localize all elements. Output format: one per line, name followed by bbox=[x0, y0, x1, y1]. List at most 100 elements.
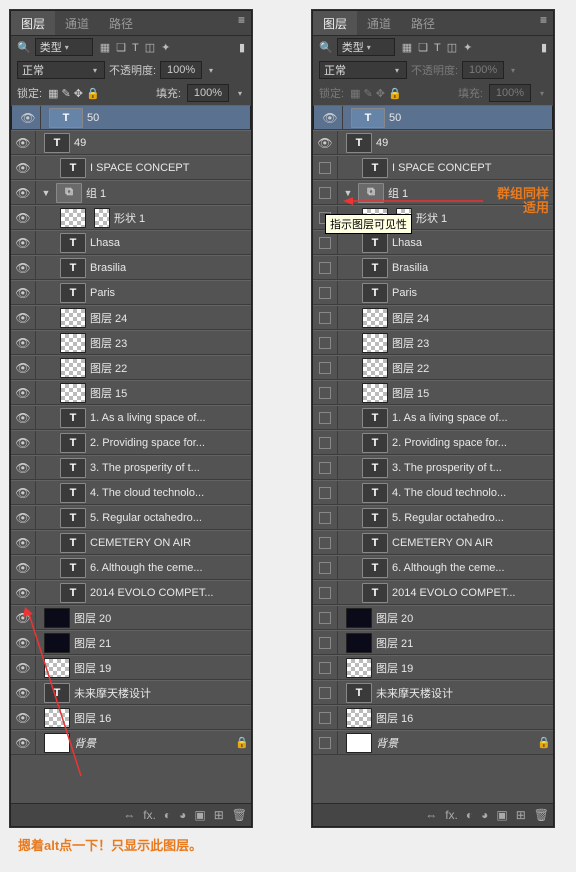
visibility-eye-icon[interactable]: 👁 bbox=[11, 181, 36, 204]
layer-row[interactable]: 👁形状 1 bbox=[11, 205, 251, 230]
blend-mode[interactable]: 正常▾ bbox=[319, 61, 407, 79]
visibility-checkbox[interactable] bbox=[313, 506, 338, 529]
group-icon[interactable]: ▣ bbox=[496, 808, 507, 822]
layer-row[interactable]: 👁TI SPACE CONCEPT bbox=[11, 155, 251, 180]
layer-name[interactable]: 图层 23 bbox=[392, 335, 553, 351]
layer-name[interactable]: 50 bbox=[389, 112, 548, 124]
layer-row[interactable]: 👁TLhasa bbox=[11, 230, 251, 255]
layer-row[interactable]: 👁T1. As a living space of... bbox=[11, 405, 251, 430]
visibility-checkbox[interactable] bbox=[313, 156, 338, 179]
layer-name[interactable]: 1. As a living space of... bbox=[392, 412, 553, 424]
visibility-eye-icon[interactable]: 👁 bbox=[11, 356, 36, 379]
visibility-eye-icon[interactable]: 👁 bbox=[11, 131, 36, 154]
visibility-eye-icon[interactable]: 👁 bbox=[11, 581, 36, 604]
layer-row[interactable]: 👁T49 bbox=[11, 130, 251, 155]
layer-name[interactable]: 未来摩天楼设计 bbox=[376, 685, 553, 701]
layer-row[interactable]: TBrasilia bbox=[313, 255, 553, 280]
visibility-checkbox[interactable] bbox=[313, 631, 338, 654]
visibility-checkbox[interactable] bbox=[313, 531, 338, 554]
visibility-eye-icon[interactable]: 👁 bbox=[11, 406, 36, 429]
layer-name[interactable]: 图层 22 bbox=[90, 360, 251, 376]
layer-row[interactable]: T未来摩天楼设计 bbox=[313, 680, 553, 705]
visibility-checkbox[interactable] bbox=[313, 706, 338, 729]
layer-row[interactable]: 图层 21 bbox=[313, 630, 553, 655]
layer-row[interactable]: 👁T2. Providing space for... bbox=[11, 430, 251, 455]
layer-row[interactable]: 👁T6. Although the ceme... bbox=[11, 555, 251, 580]
blend-mode[interactable]: 正常▾ bbox=[17, 61, 105, 79]
opacity-input[interactable]: 100% bbox=[160, 61, 202, 79]
layer-row[interactable]: TI SPACE CONCEPT bbox=[313, 155, 553, 180]
layer-name[interactable]: 图层 15 bbox=[392, 385, 553, 401]
layer-row[interactable]: 👁T49 bbox=[313, 130, 553, 155]
layer-row[interactable]: 👁 图层 15 bbox=[11, 380, 251, 405]
layer-name[interactable]: 5. Regular octahedro... bbox=[90, 512, 251, 524]
layer-row[interactable]: 👁T3. The prosperity of t... bbox=[11, 455, 251, 480]
trash-icon[interactable]: 🗑 bbox=[534, 808, 549, 822]
tab-paths[interactable]: 路径 bbox=[401, 11, 445, 35]
fx-icon[interactable]: fx. bbox=[143, 808, 156, 822]
layer-row[interactable]: T6. Although the ceme... bbox=[313, 555, 553, 580]
panel-menu-icon[interactable]: ≡ bbox=[534, 11, 553, 35]
layer-name[interactable]: Paris bbox=[90, 287, 251, 299]
fx-icon[interactable]: fx. bbox=[445, 808, 458, 822]
visibility-checkbox[interactable] bbox=[313, 606, 338, 629]
layer-name[interactable]: 6. Although the ceme... bbox=[90, 562, 251, 574]
visibility-eye-icon[interactable]: 👁 bbox=[11, 531, 36, 554]
layer-name[interactable]: Lhasa bbox=[90, 237, 251, 249]
layer-name[interactable]: 2014 EVOLO COMPET... bbox=[392, 587, 553, 599]
layer-row[interactable]: 图层 24 bbox=[313, 305, 553, 330]
visibility-checkbox[interactable] bbox=[313, 581, 338, 604]
visibility-eye-icon[interactable]: 👁 bbox=[11, 381, 36, 404]
layer-name[interactable]: 图层 16 bbox=[376, 710, 553, 726]
visibility-checkbox[interactable] bbox=[313, 731, 338, 754]
visibility-checkbox[interactable] bbox=[313, 556, 338, 579]
group-icon[interactable]: ▣ bbox=[194, 808, 205, 822]
layer-name[interactable]: Brasilia bbox=[90, 262, 251, 274]
layer-row[interactable]: 图层 20 bbox=[313, 605, 553, 630]
layer-name[interactable]: 图层 21 bbox=[74, 635, 251, 651]
adjust-icon[interactable]: ◕ bbox=[179, 808, 186, 822]
mask-icon[interactable]: ◐ bbox=[466, 808, 473, 822]
layer-name[interactable]: 2. Providing space for... bbox=[392, 437, 553, 449]
layer-row[interactable]: 图层 19 bbox=[313, 655, 553, 680]
link-icon[interactable]: ⇔ bbox=[123, 808, 135, 822]
layer-name[interactable]: I SPACE CONCEPT bbox=[90, 162, 251, 174]
visibility-eye-icon[interactable]: 👁 bbox=[11, 231, 36, 254]
layer-name[interactable]: 背景 bbox=[74, 735, 233, 751]
layer-row[interactable]: 图层 16 bbox=[313, 705, 553, 730]
visibility-checkbox[interactable] bbox=[313, 256, 338, 279]
link-icon[interactable]: ⇔ bbox=[425, 808, 437, 822]
tab-paths[interactable]: 路径 bbox=[99, 11, 143, 35]
layer-row[interactable]: 👁T50 bbox=[11, 105, 251, 130]
layer-row[interactable]: 👁TBrasilia bbox=[11, 255, 251, 280]
layer-row[interactable]: 👁TCEMETERY ON AIR bbox=[11, 530, 251, 555]
layer-name[interactable]: 图层 15 bbox=[90, 385, 251, 401]
filter-icons[interactable]: ▦❑T◫✦ bbox=[97, 41, 235, 54]
visibility-checkbox[interactable] bbox=[313, 281, 338, 304]
visibility-eye-icon[interactable]: 👁 bbox=[11, 331, 36, 354]
filter-toggle-icon[interactable]: ▮ bbox=[541, 41, 547, 54]
mask-icon[interactable]: ◐ bbox=[164, 808, 171, 822]
new-layer-icon[interactable]: ⊞ bbox=[516, 808, 526, 822]
visibility-eye-icon[interactable]: 👁 bbox=[11, 481, 36, 504]
filter-toggle-icon[interactable]: ▮ bbox=[239, 41, 245, 54]
visibility-eye-icon[interactable]: 👁 bbox=[11, 556, 36, 579]
layer-name[interactable]: 5. Regular octahedro... bbox=[392, 512, 553, 524]
filter-kind[interactable]: 类型▾ bbox=[337, 38, 395, 56]
visibility-eye-icon[interactable]: 👁 bbox=[16, 106, 41, 129]
visibility-eye-icon[interactable]: 👁 bbox=[11, 281, 36, 304]
filter-kind[interactable]: 类型▾ bbox=[35, 38, 93, 56]
layer-row[interactable]: T4. The cloud technolo... bbox=[313, 480, 553, 505]
layer-name[interactable]: 4. The cloud technolo... bbox=[392, 487, 553, 499]
visibility-checkbox[interactable] bbox=[313, 231, 338, 254]
visibility-eye-icon[interactable]: 👁 bbox=[11, 306, 36, 329]
visibility-checkbox[interactable] bbox=[313, 381, 338, 404]
layer-name[interactable]: 4. The cloud technolo... bbox=[90, 487, 251, 499]
layer-row[interactable]: 👁图层 24 bbox=[11, 305, 251, 330]
layer-row[interactable]: T3. The prosperity of t... bbox=[313, 455, 553, 480]
tab-channels[interactable]: 通道 bbox=[357, 11, 401, 35]
visibility-eye-icon[interactable]: 👁 bbox=[11, 431, 36, 454]
layer-name[interactable]: 1. As a living space of... bbox=[90, 412, 251, 424]
tab-layers[interactable]: 图层 bbox=[11, 11, 55, 35]
layer-row[interactable]: T2014 EVOLO COMPET... bbox=[313, 580, 553, 605]
